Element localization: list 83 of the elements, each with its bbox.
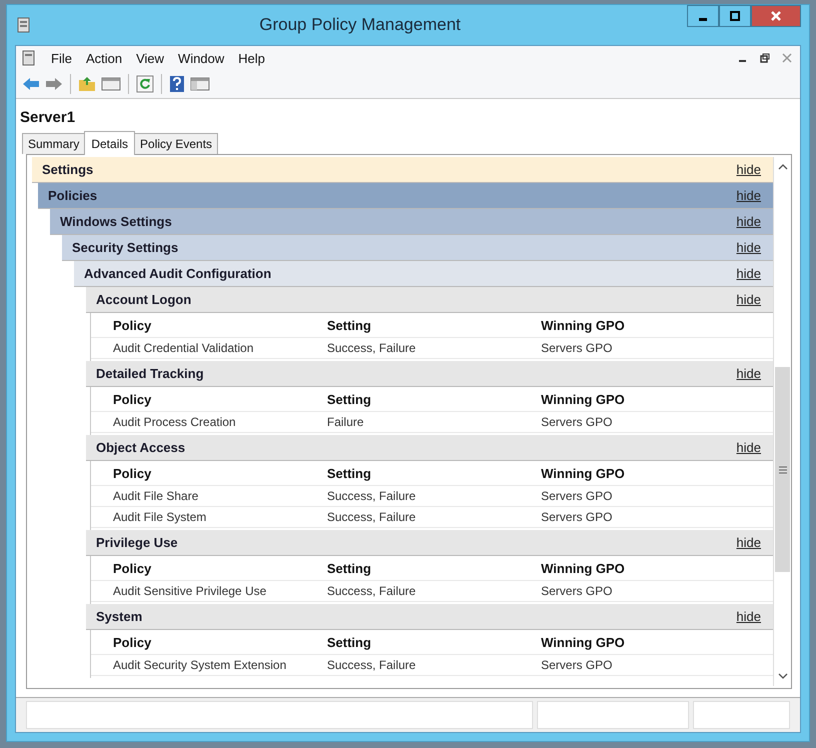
help-icon[interactable]: [169, 75, 185, 93]
table-cell-text: Servers GPO: [541, 415, 614, 429]
restore-icon[interactable]: [760, 53, 770, 63]
minimize-button[interactable]: [687, 5, 719, 27]
table-cell-text: Audit Security System Extension: [113, 658, 288, 672]
scrollbar[interactable]: [773, 157, 791, 686]
column-header: Policy: [113, 634, 152, 650]
table-cell-text: Servers GPO: [541, 489, 614, 503]
column-header: Policy: [113, 560, 152, 576]
maximize-icon: [729, 10, 741, 22]
scroll-up-icon[interactable]: [778, 163, 788, 171]
column-header: Setting: [327, 560, 372, 576]
close-button[interactable]: [751, 5, 801, 27]
table-cell-text: Success, Failure: [327, 341, 417, 355]
column-header: Policy: [113, 392, 152, 406]
hide-link[interactable]: hide: [736, 609, 761, 624]
section-title: Account Logon: [96, 292, 192, 307]
section-title: Policies: [48, 188, 98, 203]
column-header: Policy: [113, 466, 152, 480]
panel-icon[interactable]: [101, 76, 121, 92]
close-icon: [770, 10, 782, 22]
table-cell-text: Servers GPO: [541, 658, 614, 672]
minimize-icon: [699, 18, 707, 20]
menu-item[interactable]: Action: [78, 48, 130, 68]
table-cell-text: Success, Failure: [327, 584, 417, 598]
column-header: Winning GPO: [541, 634, 626, 650]
hide-link[interactable]: hide: [736, 266, 761, 281]
scroll-thumb[interactable]: [775, 367, 790, 572]
close-icon[interactable]: [782, 53, 792, 63]
column-header: Winning GPO: [541, 392, 626, 406]
section-title: Windows Settings: [60, 214, 173, 229]
maximize-button[interactable]: [719, 5, 751, 27]
back-arrow-icon[interactable]: [22, 76, 40, 92]
server-heading: Server1: [20, 108, 76, 128]
table-cell-text: Servers GPO: [541, 510, 614, 524]
section-title: Detailed Tracking: [96, 366, 205, 381]
table-cell-text: Audit File Share: [113, 489, 200, 503]
hide-link[interactable]: hide: [736, 535, 761, 550]
column-header: Setting: [327, 634, 372, 650]
hide-link[interactable]: hide: [736, 162, 761, 177]
column-header: Winning GPO: [541, 466, 626, 480]
table-cell-text: Audit Sensitive Privilege Use: [113, 584, 268, 598]
hide-link[interactable]: hide: [736, 240, 761, 255]
menu-item[interactable]: File: [44, 48, 79, 68]
section-title: Privilege Use: [96, 535, 179, 550]
table-cell-text: Audit File System: [113, 510, 208, 524]
table-cell-text: Audit Process Creation: [113, 415, 237, 429]
table-cell-text: Servers GPO: [541, 584, 614, 598]
hide-link[interactable]: hide: [736, 440, 761, 455]
column-header: Winning GPO: [541, 318, 626, 332]
table-cell-text: Success, Failure: [327, 489, 417, 503]
tab[interactable]: Policy Events: [134, 133, 218, 154]
hide-link[interactable]: hide: [736, 292, 761, 307]
column-header: Setting: [327, 466, 372, 480]
hide-link[interactable]: hide: [736, 214, 761, 229]
refresh-icon[interactable]: [136, 75, 154, 93]
column-header: Winning GPO: [541, 560, 626, 576]
menu-item[interactable]: Window: [171, 48, 232, 68]
table-cell-text: Success, Failure: [327, 658, 417, 672]
section-title: Security Settings: [72, 240, 180, 255]
section-title: Settings: [42, 162, 94, 177]
table-cell-text: Failure: [327, 415, 365, 429]
forward-arrow-icon[interactable]: [45, 76, 63, 92]
menu-item[interactable]: Help: [231, 48, 272, 68]
section-title: Object Access: [96, 440, 186, 455]
section-title: Advanced Audit Configuration: [84, 266, 272, 281]
table-cell-text: Success, Failure: [327, 510, 417, 524]
hide-link[interactable]: hide: [736, 188, 761, 203]
column-header: Setting: [327, 392, 372, 406]
window-title: Group Policy Management: [258, 15, 462, 35]
panel-icon[interactable]: [190, 76, 210, 92]
table-cell-text: Audit Credential Validation: [113, 341, 255, 355]
scroll-down-icon[interactable]: [778, 672, 788, 680]
column-header: Setting: [327, 318, 372, 332]
menu-item[interactable]: View: [129, 48, 172, 68]
tab[interactable]: Details: [84, 131, 136, 155]
hide-link[interactable]: hide: [736, 366, 761, 381]
table-cell-text: Servers GPO: [541, 341, 614, 355]
grip-icon: [778, 466, 786, 474]
tab[interactable]: Summary: [22, 133, 86, 154]
section-title: System: [96, 609, 144, 624]
folder-icon[interactable]: [78, 76, 96, 92]
column-header: Policy: [113, 318, 152, 332]
